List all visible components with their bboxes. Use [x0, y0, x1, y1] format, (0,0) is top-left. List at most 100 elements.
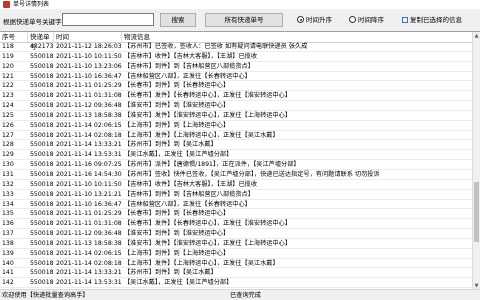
cell-seq: 121 — [2, 72, 14, 80]
cell-time: 2021-11-14 13:53:31 — [56, 151, 122, 159]
cell-time: 2021-11-10 10:11:50 — [56, 180, 122, 188]
table-row[interactable]: 123 550018 2021-11-11 01:31:08 【长春市】发件】【长春转… — [0, 91, 472, 102]
cell-seq: 129 — [2, 151, 14, 159]
table-row[interactable]: 132 550018 2021-11-10 10:11:50 【吉林市】收件】【吉林大… — [0, 180, 472, 190]
table-row[interactable]: 118 432173 2021-11-12 18:26:03 【苏州市】已签收，签收人… — [0, 42, 472, 52]
cell-info: 【淮安市】到件】到【淮安转运中心】 — [124, 102, 230, 110]
cell-info: 【吉林市】到件】到【吉林船营区八部揽货点】 — [124, 62, 254, 70]
table-row[interactable]: 121 550018 2021-11-10 16:36:47 【吉林船营区八部】，正发… — [0, 72, 472, 82]
status-bar: 欢迎使用【快递批量查询高手】 已查询完成 — [0, 289, 480, 300]
cell-seq: 125 — [2, 111, 14, 119]
cell-time: 2021-11-10 13:21:21 — [56, 190, 122, 198]
cell-seq: 136 — [2, 220, 14, 228]
table-row[interactable]: 140 550018 2021-11-14 02:08:18 【上海市】发件】【上海转… — [0, 259, 472, 269]
cell-seq: 131 — [2, 170, 14, 178]
cell-tracking-no: 550018 — [30, 269, 54, 277]
table-row[interactable]: 133 550018 2021-11-10 13:21:21 【吉林市】到件】到【吉林… — [0, 190, 472, 200]
cell-seq: 130 — [2, 161, 14, 169]
cell-tracking-no: 550018 — [30, 82, 54, 90]
cell-tracking-no: 550018 — [30, 279, 54, 287]
cell-time: 2021-11-12 09:36:48 — [56, 230, 122, 238]
cell-tracking-no: 550018 — [30, 151, 54, 159]
table-row[interactable]: 136 550018 2021-11-11 01:31:08 【长春市】发件】【长春转… — [0, 219, 472, 230]
table-row[interactable]: 128 550018 2021-11-14 13:33:21 【苏州市】到件】到【吴江… — [0, 140, 472, 151]
cell-info: 【吴江水戴】，正发往【吴江芦墟分部】 — [124, 279, 233, 287]
cell-seq: 137 — [2, 230, 14, 238]
scrollbar-thumb[interactable] — [474, 182, 479, 242]
cell-time: 2021-11-10 10:11:50 — [56, 52, 122, 60]
cell-time: 2021-11-14 02:08:18 — [56, 259, 122, 267]
cell-tracking-no: 550018 — [30, 200, 54, 208]
all-tracking-numbers-button[interactable]: 所有快递单号 — [205, 13, 283, 27]
table-row[interactable]: 131 550018 2021-11-16 14:54:30 【苏州市】签收】快件已签… — [0, 170, 472, 180]
cell-time: 2021-11-16 09:07:25 — [56, 161, 122, 169]
cell-tracking-no: 550018 — [30, 230, 54, 238]
cell-tracking-no: 550018 — [30, 220, 54, 228]
cell-seq: 134 — [2, 200, 14, 208]
column-header-seq[interactable]: 序号 — [0, 32, 28, 42]
table-row[interactable]: 119 550018 2021-11-10 10:11:50 【吉林市】收件】【吉林大… — [0, 52, 472, 62]
copy-selected-button[interactable]: 复制已选择的信息 — [402, 15, 462, 25]
status-welcome-text: 欢迎使用【快递批量查询高手】 — [2, 292, 89, 299]
cell-info: 【吴江水戴】，正发往【吴江芦墟分部】 — [124, 151, 233, 159]
window-title: 单号详情列表 — [13, 1, 50, 8]
cell-seq: 124 — [2, 102, 14, 110]
title-bar: 单号详情列表 — [0, 0, 480, 9]
cell-info: 【苏州市】签收】快件已签收，【吴江芦墟分部】，快递已送达指定号，有问题请联系 切… — [124, 170, 380, 178]
table-row[interactable]: 129 550018 2021-11-14 13:53:31 【吴江水戴】，正发往【吴… — [0, 150, 472, 161]
cell-info: 【苏州市】已签收，签收人：已签收 如有疑问请电联快递员 张久成 — [124, 43, 308, 50]
cell-time: 2021-11-16 14:54:30 — [56, 170, 122, 178]
cell-info: 【淮安市】发件】【淮安转运中心】，正发往【上海转运中心】 — [124, 111, 292, 119]
table-row[interactable]: 127 550018 2021-11-14 02:08:18 【上海市】发件】【上海转… — [0, 131, 472, 141]
cell-tracking-no: 550018 — [30, 170, 54, 178]
cell-tracking-no: 550018 — [30, 239, 54, 247]
cell-tracking-no: 550018 — [30, 259, 54, 267]
cell-seq: 118 — [2, 43, 14, 50]
cell-info: 【吉林船营区八部】，正发往【长春转运中心】 — [124, 72, 251, 80]
column-header-info[interactable]: 物流信息 — [122, 32, 472, 42]
cell-seq: 138 — [2, 239, 14, 247]
table-row[interactable]: 125 550018 2021-11-13 18:58:38 【淮安市】发件】【淮安转… — [0, 111, 472, 121]
cell-info: 【淮安市】到件】到【淮安转运中心】 — [124, 230, 230, 238]
vertical-scrollbar[interactable]: ▲ ▼ — [472, 32, 480, 290]
table-row[interactable]: 137 550018 2021-11-12 09:36:48 【淮安市】到件】到【淮安… — [0, 229, 472, 239]
cell-time: 2021-11-11 01:31:08 — [56, 92, 122, 100]
search-button[interactable]: 搜索 — [160, 13, 196, 27]
time-ascending-label: 时间升序 — [306, 16, 332, 24]
table-row[interactable]: 139 550018 2021-11-14 02:06:15 【上海市】到件】到【上海… — [0, 249, 472, 259]
cell-seq: 142 — [2, 279, 14, 287]
table-row[interactable]: 120 550018 2021-11-10 13:23:06 【吉林市】到件】到【吉林… — [0, 62, 472, 72]
table-row[interactable]: 122 550018 2021-11-11 01:25:29 【长春市】到件】到【长春… — [0, 81, 472, 92]
copy-selected-label: 复制已选择的信息 — [410, 16, 462, 24]
table-row[interactable]: 142 550018 2021-11-14 13:53:31 【吴江水戴】，正发往【吴… — [0, 278, 472, 289]
cell-time: 2021-11-14 02:06:15 — [56, 249, 122, 257]
cell-time: 2021-11-10 16:36:47 — [56, 200, 122, 208]
time-ascending-radio[interactable]: 时间升序 — [297, 15, 332, 25]
search-label: 根据快递单号关键字： — [3, 18, 68, 26]
cell-tracking-no: 550018 — [30, 161, 54, 169]
time-descending-radio[interactable]: 时间降序 — [349, 15, 384, 25]
tracking-number-search-input[interactable] — [62, 13, 154, 26]
cell-info: 【长春市】发件】【长春转运中心】，正发往【淮安转运中心】 — [124, 92, 292, 100]
cell-seq: 127 — [2, 131, 14, 139]
table-row[interactable]: 138 550018 2021-11-13 18:58:38 【淮安市】发件】【淮安转… — [0, 239, 472, 249]
cell-tracking-no: 550018 — [30, 190, 54, 198]
table-row[interactable]: 134 550018 2021-11-10 16:36:47 【吉林船营区八部】，正发… — [0, 200, 472, 210]
cell-tracking-no: 550018 — [30, 131, 54, 139]
table-row[interactable]: 141 550018 2021-11-14 13:33:21 【苏州市】到件】到【吴江… — [0, 268, 472, 279]
cell-time: 2021-11-13 18:58:38 — [56, 111, 122, 119]
column-header-time[interactable]: 时间 — [54, 32, 122, 42]
cell-time: 2021-11-14 13:53:31 — [56, 279, 122, 287]
cell-time: 2021-11-11 01:25:29 — [56, 82, 122, 90]
column-header-tracking-no[interactable]: 快递单号 — [28, 32, 54, 51]
table-row[interactable]: 124 550018 2021-11-12 09:36:48 【淮安市】到件】到【淮安… — [0, 101, 472, 111]
table-row[interactable]: 126 550018 2021-11-14 02:06:15 【上海市】到件】到【上海… — [0, 121, 472, 131]
cell-info: 【吉林市】收件】【吉林大客服】，【王湖】已揽收 — [124, 180, 258, 188]
table-row[interactable]: 130 550018 2021-11-16 09:07:25 【苏州市】派件】【唐德惯… — [0, 160, 472, 170]
cell-time: 2021-11-12 18:26:03 — [56, 43, 122, 50]
cell-info: 【上海市】发件】【上海转运中心】，正发往【吴江水戴】 — [124, 131, 279, 139]
scroll-up-arrow-icon[interactable]: ▲ — [473, 32, 480, 40]
tracking-details-grid[interactable]: 序号 快递单号 时间 物流信息 118 432173 2021-11-12 18:2… — [0, 31, 480, 290]
cell-time: 2021-11-12 09:36:48 — [56, 102, 122, 110]
table-row[interactable]: 135 550018 2021-11-11 01:25:29 【长春市】到件】到【长春… — [0, 209, 472, 220]
